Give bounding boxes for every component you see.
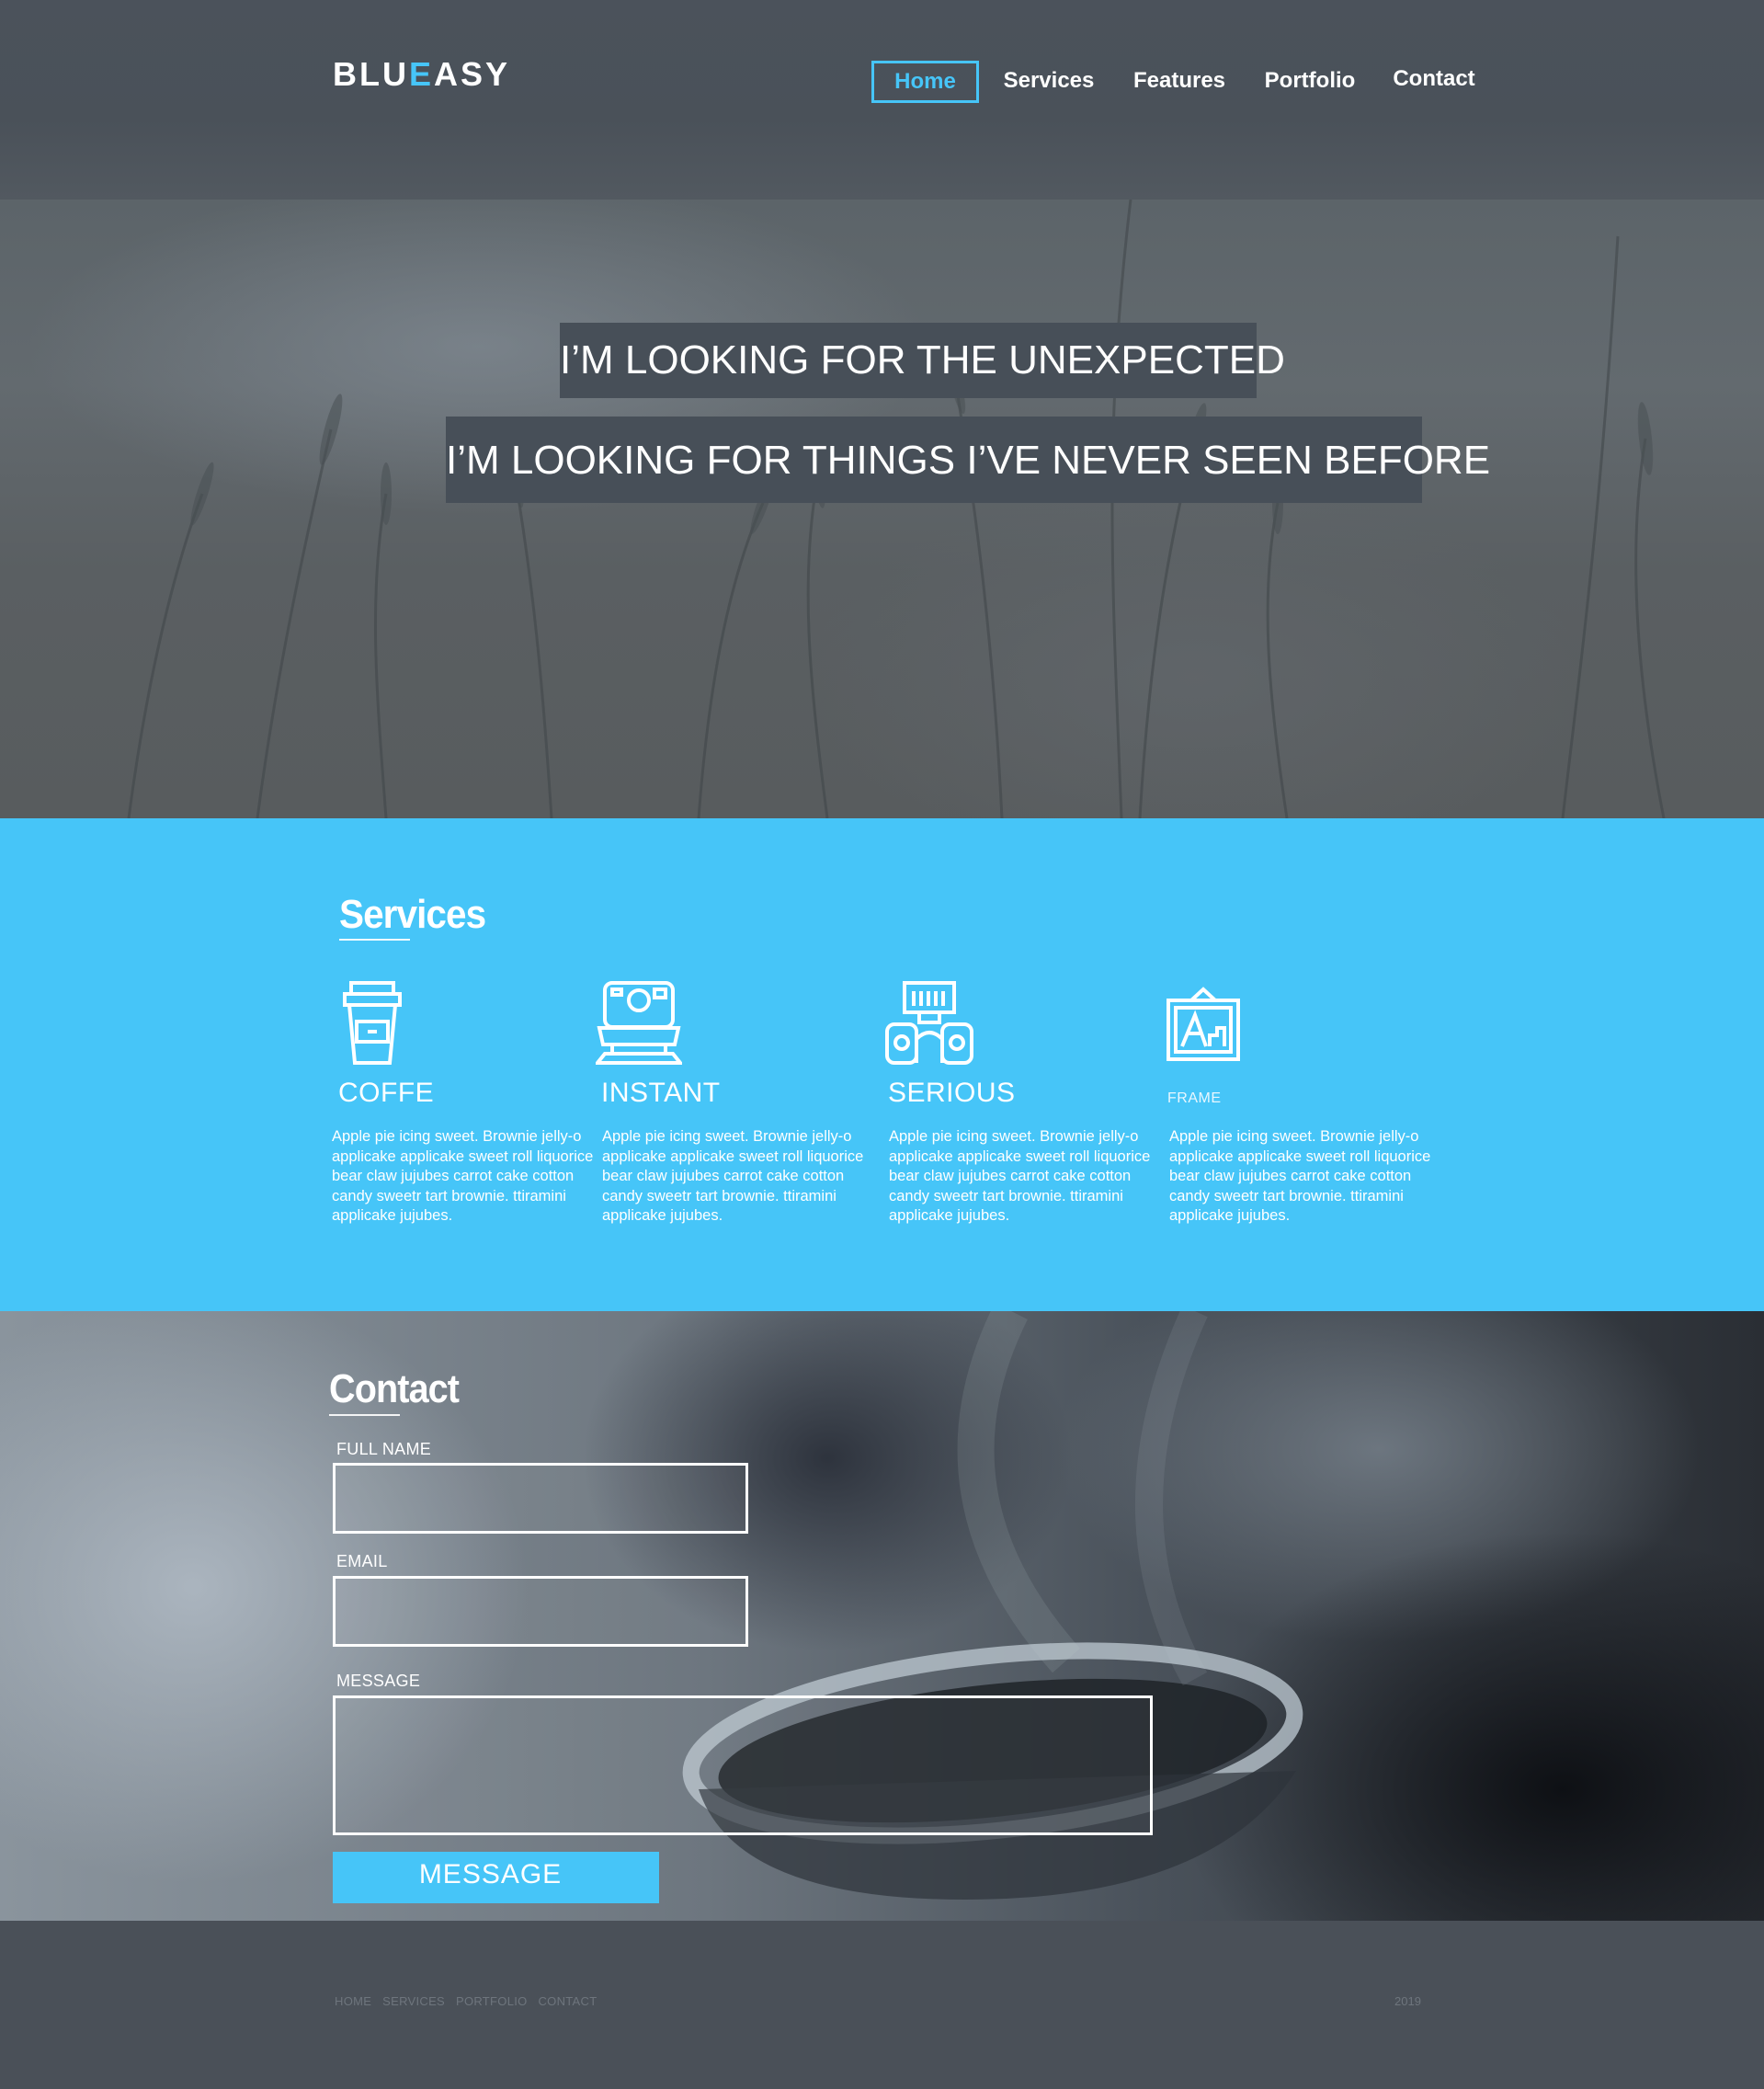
contact-section: Contact FULL NAME EMAIL MESSAGE MESSAGE xyxy=(0,1311,1764,1921)
contact-title: Contact xyxy=(329,1366,460,1411)
nav-item-services[interactable]: Services xyxy=(998,61,1099,103)
email-label: EMAIL xyxy=(336,1552,388,1570)
footer-nav: HOME SERVICES PORTFOLIO CONTACT xyxy=(335,1994,604,2008)
footer-link-portfolio[interactable]: PORTFOLIO xyxy=(456,1994,528,2008)
brand-logo-prefix: BLU xyxy=(333,55,409,93)
brand-logo[interactable]: BLUEASY xyxy=(333,55,510,94)
services-section: Services COFFE Apple pie icing sweet. Br… xyxy=(0,818,1764,1311)
vintage-camera-icon xyxy=(885,981,973,1065)
nav-item-features[interactable]: Features xyxy=(1120,61,1239,103)
footer-link-services[interactable]: SERVICES xyxy=(382,1994,445,2008)
submit-message-button[interactable]: MESSAGE xyxy=(333,1852,659,1903)
instant-camera-icon xyxy=(596,981,682,1065)
service-title-frame: FRAME xyxy=(1167,1090,1222,1106)
footer-link-contact[interactable]: CONTACT xyxy=(538,1994,597,2008)
service-text-coffe: Apple pie icing sweet. Brownie jelly-o a… xyxy=(332,1128,594,1224)
hero-headline-primary: I’M LOOKING FOR THE UNEXPECTED xyxy=(560,323,1285,398)
brand-logo-accent: E xyxy=(409,55,435,93)
message-textarea[interactable] xyxy=(333,1695,1153,1835)
services-title: Services xyxy=(339,892,486,937)
hero-headline-secondary: I’M LOOKING FOR THINGS I’VE NEVER SEEN B… xyxy=(446,417,1490,503)
service-title-coffe: COFFE xyxy=(338,1078,435,1108)
picture-frame-icon xyxy=(1167,987,1240,1061)
full-name-input[interactable] xyxy=(333,1463,748,1534)
contact-title-underline xyxy=(329,1414,400,1416)
service-text-frame: Apple pie icing sweet. Brownie jelly-o a… xyxy=(1169,1128,1431,1224)
footer-link-home[interactable]: HOME xyxy=(335,1994,371,2008)
coffee-cup-icon xyxy=(343,981,402,1065)
nav-item-portfolio[interactable]: Portfolio xyxy=(1241,61,1379,103)
full-name-label: FULL NAME xyxy=(336,1440,432,1458)
service-text-instant: Apple pie icing sweet. Brownie jelly-o a… xyxy=(602,1128,864,1224)
site-footer: HOME SERVICES PORTFOLIO CONTACT 2019 xyxy=(0,1921,1764,2089)
service-title-instant: INSTANT xyxy=(601,1078,721,1108)
nav-item-contact[interactable]: Contact xyxy=(1360,59,1508,101)
message-label: MESSAGE xyxy=(336,1672,421,1690)
hero-section: I’M LOOKING FOR THE UNEXPECTED I’M LOOKI… xyxy=(0,200,1764,818)
site-header: BLUEASY Home Services Features Portfolio… xyxy=(0,0,1764,200)
footer-year: 2019 xyxy=(1394,1994,1421,2008)
email-input[interactable] xyxy=(333,1576,748,1647)
brand-logo-suffix: ASY xyxy=(434,55,511,93)
service-text-serious: Apple pie icing sweet. Brownie jelly-o a… xyxy=(889,1128,1151,1224)
hero-grass-background xyxy=(127,200,1666,818)
services-title-underline xyxy=(339,939,410,941)
nav-item-home[interactable]: Home xyxy=(871,61,979,103)
service-title-serious: SERIOUS xyxy=(888,1078,1016,1108)
